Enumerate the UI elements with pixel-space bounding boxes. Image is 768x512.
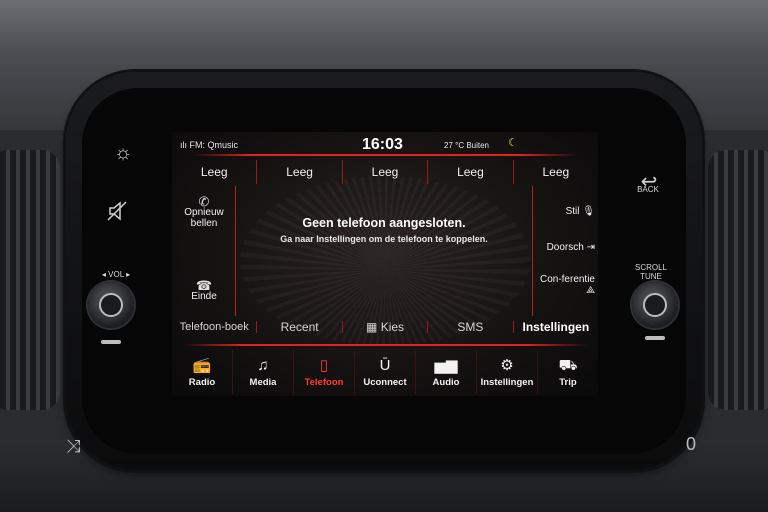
sun-icon: ☼ [113, 141, 133, 164]
nav-media[interactable]: ♫ Media [233, 350, 294, 394]
hang-up-icon: ☎ [195, 278, 213, 293]
phone-device-icon: ▯ [319, 356, 329, 374]
nav-audio[interactable]: ▅▆ Audio [416, 350, 477, 394]
brightness-button[interactable]: ☼ [108, 138, 138, 168]
uconnect-icon: Ū [379, 356, 391, 374]
favorite-slot-3[interactable]: Leeg [343, 160, 429, 184]
transfer-icon: ⇥ [586, 242, 595, 253]
nav-settings[interactable]: ⚙ Instellingen [477, 350, 538, 394]
radio-icon: 📻 [192, 356, 212, 374]
power-icon [99, 293, 123, 317]
mic-mute-icon: 🎙 [582, 206, 595, 217]
phone-icon: ✆ [198, 194, 210, 209]
radio-status[interactable]: ılı FM: Qmusic [180, 140, 238, 150]
moon-icon: ☾ [508, 137, 518, 149]
screen-off-button[interactable] [102, 196, 132, 226]
scroll-tune-label: SCROLL TUNE [634, 263, 667, 281]
outside-temperature: 27 °C Buiten [444, 141, 490, 150]
favorites-row: Leeg Leeg Leeg Leeg Leeg [172, 160, 598, 184]
nav-radio[interactable]: 📻 Radio [172, 350, 233, 394]
tab-recent[interactable]: Recent [257, 321, 343, 333]
keypad-icon: ▦ [366, 320, 378, 334]
air-vent-left [0, 150, 60, 410]
screen-off-icon [107, 201, 127, 221]
nav-phone[interactable]: ▯ Telefoon [294, 350, 355, 394]
call-actions-right: Stil 🎙 Doorsch ⇥ Con-ferentie ⟁ [532, 186, 598, 316]
status-bar: ılı FM: Qmusic 16:03 27 °C Buiten ☾ [172, 132, 598, 154]
phone-tabs: Telefoon-boek Recent ▦ Kies SMS Instelli… [172, 312, 598, 342]
conference-icon: ⟁ [586, 285, 595, 296]
gears-icon: ⚙ [500, 356, 514, 374]
air-vent-right [708, 150, 768, 410]
nav-trip[interactable]: ⛟ Trip [538, 350, 598, 394]
nav-uconnect[interactable]: Ū Uconnect [355, 350, 416, 394]
call-actions-left: ✆ Opnieuw bellen ☎ Einde [172, 186, 236, 316]
status-divider [192, 154, 578, 156]
conference-button[interactable]: Con-ferentie ⟁ [537, 274, 595, 296]
car-icon: ⛟ [558, 356, 578, 374]
signal-icon: ılı [180, 140, 188, 150]
main-navigation: 📻 Radio ♫ Media ▯ Telefoon Ū Uconnect ▅▆… [172, 350, 598, 394]
end-call-button[interactable]: ☎ Einde [176, 278, 232, 302]
transfer-button[interactable]: Doorsch ⇥ [537, 242, 595, 253]
media-icon: ♫ [257, 356, 269, 374]
volume-knob-indicator [101, 340, 121, 344]
tune-knob-center [643, 293, 667, 317]
volume-knob[interactable] [88, 282, 134, 328]
nav-divider [182, 344, 588, 346]
redial-button[interactable]: ✆ Opnieuw bellen [176, 194, 232, 229]
tab-sms[interactable]: SMS [428, 321, 514, 333]
wiper-icon: ⤨ [66, 436, 81, 456]
infotainment-display: ılı FM: Qmusic 16:03 27 °C Buiten ☾ Leeg… [172, 132, 598, 396]
favorite-slot-1[interactable]: Leeg [172, 160, 258, 184]
vol-label: ◂ VOL ▸ [101, 270, 131, 279]
back-label: BACK [637, 185, 659, 194]
favorite-slot-5[interactable]: Leeg [514, 160, 598, 184]
no-phone-hint: Ga naar Instellingen om de telefoon te k… [280, 234, 488, 244]
clock: 16:03 [362, 136, 403, 153]
no-phone-title: Geen telefoon aangesloten. [302, 216, 466, 230]
scroll-tune-knob[interactable] [632, 282, 678, 328]
mute-button[interactable]: Stil 🎙 [537, 206, 595, 217]
off-icon: 0 [686, 434, 697, 454]
tab-phone-settings[interactable]: Instellingen [514, 321, 598, 333]
equalizer-icon: ▅▆ [434, 356, 458, 374]
tune-knob-indicator [645, 336, 665, 340]
favorite-slot-2[interactable]: Leeg [257, 160, 343, 184]
favorite-slot-4[interactable]: Leeg [428, 160, 514, 184]
tab-dial[interactable]: ▦ Kies [343, 320, 429, 334]
tab-phonebook[interactable]: Telefoon-boek [172, 321, 258, 333]
